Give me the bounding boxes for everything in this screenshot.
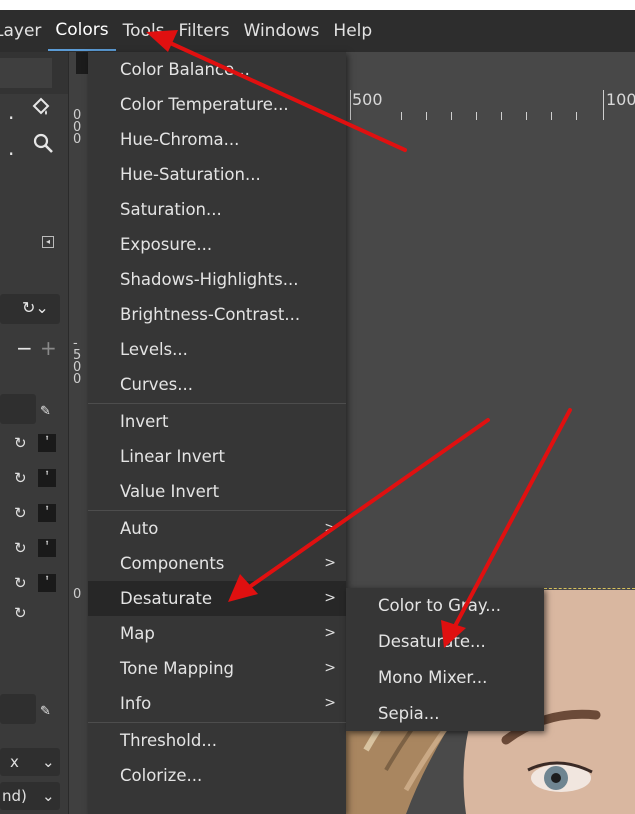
- menu-item-components[interactable]: Components >: [88, 546, 346, 581]
- tool-options-box: ↻⌄: [0, 294, 60, 324]
- panel-menu-icon[interactable]: ◂: [42, 236, 54, 248]
- channels-field[interactable]: [0, 694, 36, 724]
- menu-item-auto[interactable]: Auto >: [88, 511, 346, 546]
- chain-icon[interactable]: ꙶ: [38, 469, 56, 487]
- submenu-arrow-icon: >: [324, 625, 336, 641]
- menu-item-curves[interactable]: Curves...: [88, 367, 346, 402]
- menu-help[interactable]: Help: [326, 10, 379, 52]
- menu-tools[interactable]: Tools: [116, 10, 172, 52]
- chevron-down-icon: ⌄: [42, 787, 55, 805]
- menu-item-color-temperature[interactable]: Color Temperature...: [88, 87, 346, 122]
- ruler-corner: [76, 52, 88, 74]
- menu-item-levels[interactable]: Levels...: [88, 332, 346, 367]
- submenu-arrow-icon: >: [324, 695, 336, 711]
- selection-border: [544, 588, 635, 589]
- chain-icon[interactable]: ꙶ: [38, 574, 56, 592]
- vertical-ruler: 0 0 0 - 5 0 0 0: [68, 52, 89, 814]
- chain-icon[interactable]: ꙶ: [38, 504, 56, 522]
- ruler-label: 500: [352, 90, 383, 109]
- colors-menu: Color Balance... Color Temperature... Hu…: [88, 52, 346, 814]
- plus-button[interactable]: +: [40, 336, 57, 360]
- gimp-window: Layer Colors Tools Filters Windows Help …: [0, 10, 635, 814]
- menu-item-hue-chroma[interactable]: Hue-Chroma...: [88, 122, 346, 157]
- visibility-icon[interactable]: ↻: [14, 434, 27, 452]
- chain-icon[interactable]: ꙶ: [38, 434, 56, 452]
- visibility-icon[interactable]: ↻: [14, 469, 27, 487]
- dropdown-2[interactable]: nd) ⌄: [0, 782, 60, 810]
- submenu-item-desaturate[interactable]: Desaturate...: [346, 624, 544, 659]
- desaturate-submenu: Color to Gray... Desaturate... Mono Mixe…: [346, 588, 544, 731]
- ruler-label: 100: [606, 90, 635, 109]
- menu-item-tone-mapping[interactable]: Tone Mapping >: [88, 651, 346, 686]
- menu-item-invert[interactable]: Invert: [88, 404, 346, 439]
- menu-item-desaturate[interactable]: Desaturate >: [88, 581, 346, 616]
- submenu-arrow-icon: >: [324, 660, 336, 676]
- minus-button[interactable]: −: [16, 336, 33, 360]
- size-control: − +: [0, 336, 60, 362]
- ruler-label: 0: [73, 132, 82, 147]
- submenu-item-color-to-gray[interactable]: Color to Gray...: [346, 588, 544, 623]
- ruler-label: 0: [73, 587, 82, 602]
- visibility-icon[interactable]: ↻: [14, 574, 27, 592]
- menu-colors[interactable]: Colors: [48, 11, 116, 51]
- bucket-fill-icon[interactable]: [30, 96, 52, 123]
- edit-icon[interactable]: ✎: [40, 404, 51, 419]
- menu-item-linear-invert[interactable]: Linear Invert: [88, 439, 346, 474]
- ruler-label: 0: [73, 372, 82, 387]
- reset-icon[interactable]: ↻⌄: [22, 298, 49, 317]
- layers-field[interactable]: [0, 394, 36, 424]
- toolbox-header: [0, 52, 68, 94]
- submenu-item-mono-mixer[interactable]: Mono Mixer...: [346, 660, 544, 695]
- submenu-arrow-icon: >: [324, 590, 336, 606]
- submenu-arrow-icon: >: [324, 520, 336, 536]
- submenu-arrow-icon: >: [324, 555, 336, 571]
- chain-icon[interactable]: ꙶ: [38, 539, 56, 557]
- menu-item-shadows-highlights[interactable]: Shadows-Highlights...: [88, 262, 346, 297]
- menu-item-colorize[interactable]: Colorize...: [88, 758, 346, 793]
- menu-item-exposure[interactable]: Exposure...: [88, 227, 346, 262]
- tool-dot: .: [8, 100, 15, 124]
- visibility-icon[interactable]: ↻: [14, 539, 27, 557]
- horizontal-ruler: 500 100: [346, 52, 635, 124]
- tool-dot: .: [8, 136, 15, 160]
- menu-item-map[interactable]: Map >: [88, 616, 346, 651]
- menu-filters[interactable]: Filters: [172, 10, 237, 52]
- menu-item-saturation[interactable]: Saturation...: [88, 192, 346, 227]
- menu-item-color-balance[interactable]: Color Balance...: [88, 52, 346, 87]
- zoom-icon[interactable]: [32, 132, 54, 159]
- menu-item-value-invert[interactable]: Value Invert: [88, 474, 346, 509]
- edit-icon[interactable]: ✎: [40, 704, 51, 719]
- visibility-icon[interactable]: ↻: [14, 604, 27, 622]
- dropdown-1[interactable]: x ⌄: [0, 748, 60, 776]
- menu-item-hue-saturation[interactable]: Hue-Saturation...: [88, 157, 346, 192]
- chevron-down-icon: ⌄: [42, 753, 55, 771]
- menu-layer[interactable]: Layer: [0, 10, 48, 52]
- menu-item-info[interactable]: Info >: [88, 686, 346, 721]
- menubar: Layer Colors Tools Filters Windows Help: [0, 10, 635, 52]
- submenu-item-sepia[interactable]: Sepia...: [346, 696, 544, 731]
- menu-windows[interactable]: Windows: [237, 10, 327, 52]
- menu-item-brightness-contrast[interactable]: Brightness-Contrast...: [88, 297, 346, 332]
- menu-item-threshold[interactable]: Threshold...: [88, 723, 346, 758]
- visibility-icon[interactable]: ↻: [14, 504, 27, 522]
- left-dock-panel: . . ◂ ↻⌄ − + ✎ ↻ ꙶ ↻ ꙶ ↻ ꙶ ↻ ꙶ ↻ ꙶ ↻ ✎ x: [0, 52, 68, 814]
